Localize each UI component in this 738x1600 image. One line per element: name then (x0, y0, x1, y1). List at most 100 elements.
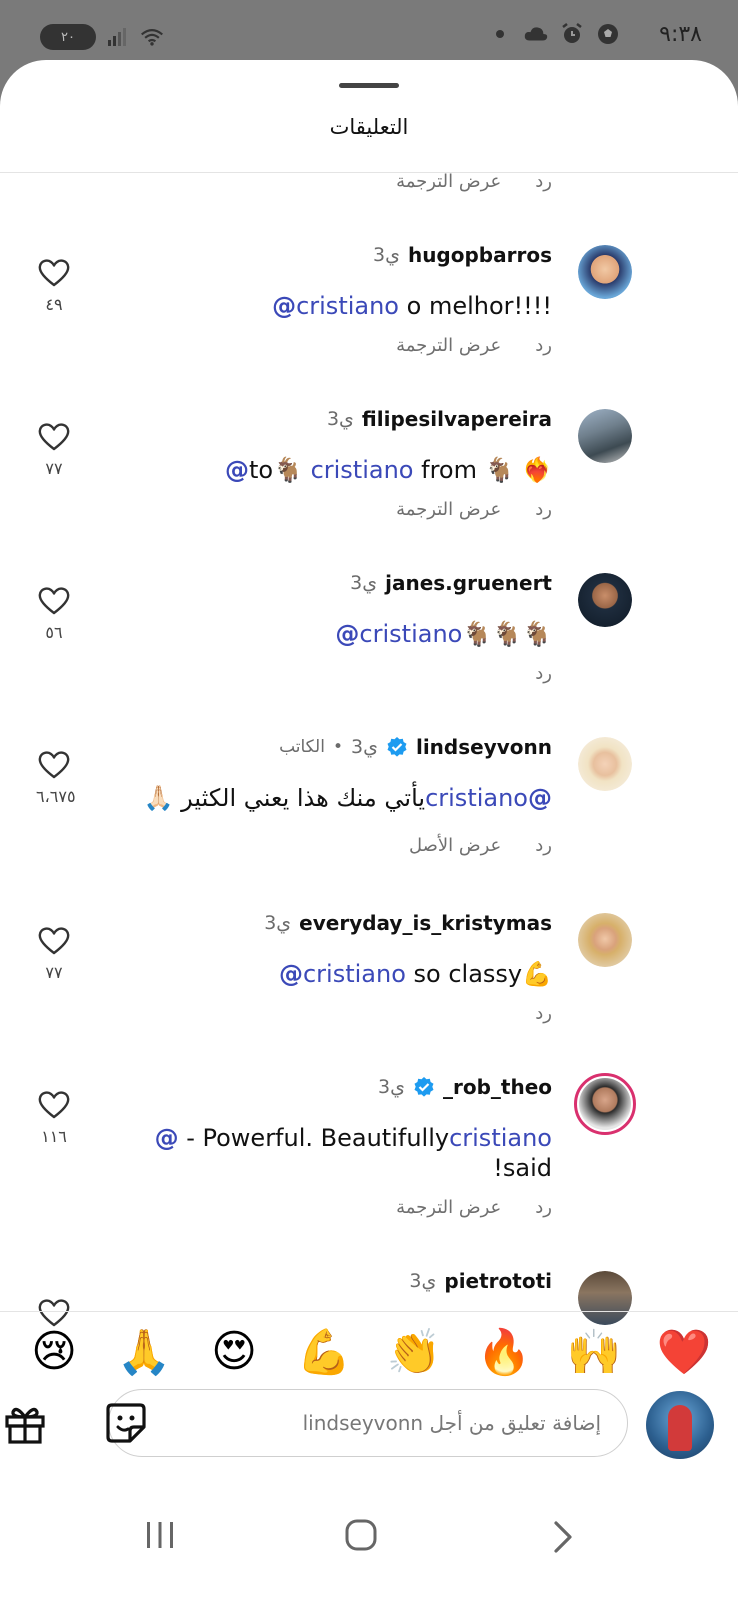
like-button[interactable]: ٧٧ (36, 927, 72, 982)
threads-icon: @ (528, 784, 552, 812)
mention-link[interactable]: cristiano (311, 456, 414, 484)
reaction-crying[interactable]: 😢 (24, 1326, 84, 1378)
heart-outline-icon (36, 423, 72, 451)
sheet-title: التعليقات (329, 115, 409, 139)
comment-text: @ - Powerful. Beautifullycristiano !said (155, 1123, 552, 1183)
reaction-raised-hands[interactable]: 🙌 (564, 1326, 624, 1378)
comment-actions: رد عرض الترجمة (396, 173, 552, 192)
comment-actions: رد عرض الترجمة (396, 499, 552, 520)
comment-header: janes.gruenert 3ي (350, 571, 552, 595)
like-button[interactable]: ٥٦ (36, 587, 72, 642)
avatar[interactable] (578, 737, 632, 791)
author-separator: • (332, 737, 343, 757)
like-button[interactable]: ٤٩ (36, 259, 72, 314)
like-count: ٧٧ (45, 963, 63, 982)
sticker-icon[interactable] (104, 1401, 148, 1449)
mention-link[interactable]: cristiano (359, 620, 462, 648)
comment-age: 3ي (409, 1270, 437, 1292)
username[interactable]: pietrototi (444, 1269, 552, 1293)
see-translation-button[interactable]: عرض الترجمة (396, 335, 501, 356)
comment-header: _rob_theo 3ي (378, 1075, 552, 1099)
see-translation-button[interactable]: عرض الترجمة (396, 499, 501, 520)
system-nav-bar (0, 1470, 738, 1600)
heart-outline-icon (36, 1091, 72, 1119)
comment-age: 3ي (326, 408, 354, 430)
see-translation-button[interactable]: عرض الترجمة (396, 1197, 501, 1218)
reaction-clap[interactable]: 👏 (384, 1326, 444, 1378)
like-count: ٥٦ (45, 623, 63, 642)
avatar[interactable] (578, 913, 632, 967)
recent-apps-icon[interactable] (144, 1520, 176, 1554)
avatar-image (578, 573, 632, 627)
reaction-heart[interactable]: ❤️ (654, 1326, 714, 1378)
reply-button[interactable]: رد (535, 1003, 552, 1024)
avatar[interactable] (578, 245, 632, 299)
like-button[interactable]: ٧٧ (36, 423, 72, 478)
verified-badge-icon (413, 1076, 435, 1098)
heart-outline-icon (36, 751, 72, 779)
reaction-heart-eyes[interactable]: 😍 (204, 1326, 264, 1378)
like-button[interactable]: ١١٦ (36, 1091, 72, 1146)
reaction-fire[interactable]: 🔥 (474, 1326, 534, 1378)
home-icon[interactable] (344, 1518, 378, 1556)
reply-button[interactable]: رد (535, 1197, 552, 1218)
heart-outline-icon (36, 587, 72, 615)
comment-actions: رد عرض الأصل (409, 835, 552, 856)
reply-button[interactable]: رد (535, 499, 552, 520)
current-user-avatar[interactable] (646, 1391, 714, 1459)
status-icons (488, 22, 620, 46)
avatar-image (578, 1271, 632, 1325)
comment-body: 🐐🐐🐐 (462, 620, 552, 648)
reply-button[interactable]: رد (535, 173, 552, 192)
avatar-image (579, 1078, 631, 1130)
username[interactable]: filipesilvapereira (362, 407, 552, 431)
avatar[interactable] (578, 1271, 632, 1325)
username[interactable]: everyday_is_kristymas (299, 911, 552, 935)
username[interactable]: hugopbarros (408, 243, 552, 267)
status-time: ٩:٣٨ (659, 22, 702, 47)
username[interactable]: janes.gruenert (385, 571, 552, 595)
username[interactable]: _rob_theo (443, 1075, 552, 1099)
alarm-icon (560, 22, 584, 46)
comment-body: يأتي منك هذا يعني الكثير 🙏🏻 (143, 784, 426, 812)
mention-link[interactable]: cristiano (303, 960, 406, 988)
see-translation-button[interactable]: عرض الترجمة (396, 173, 501, 192)
mention-link[interactable]: cristiano (425, 784, 528, 812)
comment-text: @cristiano o melhor!!!! (272, 291, 552, 321)
threads-icon: @ (224, 456, 249, 484)
heart-outline-icon (36, 259, 72, 287)
mention-link[interactable]: cristiano (296, 292, 399, 320)
reply-button[interactable]: رد (535, 335, 552, 356)
reaction-muscle[interactable]: 💪 (294, 1326, 354, 1378)
avatar-story-ring[interactable] (574, 1073, 636, 1135)
like-button[interactable]: ٦،٦٧٥ (36, 751, 76, 806)
reaction-pray[interactable]: 🙏 (114, 1326, 174, 1378)
back-icon[interactable] (552, 1520, 574, 1558)
battery-level: ٢٠ (61, 29, 75, 45)
status-left: ٢٠ (40, 24, 164, 50)
reply-button[interactable]: رد (535, 663, 552, 684)
like-button[interactable] (36, 1299, 72, 1327)
comment-header: everyday_is_kristymas 3ي (264, 911, 552, 935)
status-bar: ٢٠ ٩:٣٨ (0, 0, 738, 68)
threads-icon: @ (278, 960, 303, 988)
comments-list[interactable]: رد عرض الترجمة hugopbarros 3ي @cristiano… (0, 173, 738, 1371)
gift-icon[interactable] (4, 1403, 46, 1449)
comment-input[interactable]: إضافة تعليق من أجل lindseyvonn (108, 1389, 628, 1457)
like-count: ٧٧ (45, 459, 63, 478)
comment-body: ❤️‍🔥 (522, 456, 552, 484)
username[interactable]: lindseyvonn (416, 735, 552, 759)
comment-actions: رد (535, 663, 552, 684)
comment-actions: رد (535, 1003, 552, 1024)
comment-body-line2: !said (493, 1154, 552, 1182)
sheet-grabber[interactable] (339, 83, 399, 88)
see-original-button[interactable]: عرض الأصل (409, 835, 501, 856)
quick-reactions: 😢 🙏 😍 💪 👏 🔥 🙌 ❤️ (24, 1326, 714, 1378)
comment-text: @cristiano🐐🐐🐐 (335, 619, 552, 649)
comments-sheet: التعليقات رد عرض الترجمة hugopbarros 3ي … (0, 60, 738, 1600)
mention-link[interactable]: cristiano (449, 1124, 552, 1152)
avatar[interactable] (578, 409, 632, 463)
avatar[interactable] (578, 573, 632, 627)
avatar-image (578, 913, 632, 967)
reply-button[interactable]: رد (535, 835, 552, 856)
